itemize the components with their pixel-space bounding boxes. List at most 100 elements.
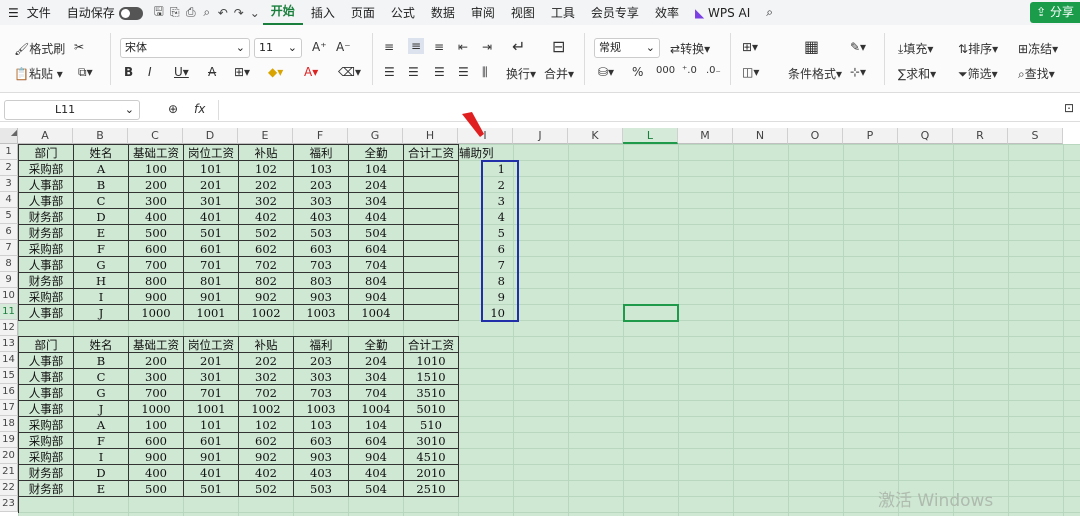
row-header-21[interactable]: 21 <box>0 464 18 480</box>
tab-data[interactable]: 数据 <box>423 4 463 21</box>
table1-cell[interactable]: 503 <box>294 225 349 241</box>
align-top-icon[interactable]: ≡ <box>384 40 394 54</box>
row-header-3[interactable]: 3 <box>0 176 18 192</box>
table2-cell[interactable]: 401 <box>184 465 239 481</box>
table1-cell[interactable]: I <box>74 289 129 305</box>
table2-cell[interactable]: 100 <box>129 417 184 433</box>
table1-header-cell[interactable]: 全勤 <box>349 145 404 161</box>
table1-cell[interactable] <box>404 193 459 209</box>
name-box[interactable]: L11 ⌄ <box>4 100 140 120</box>
table2-cell[interactable]: 1000 <box>129 401 184 417</box>
table1-cell[interactable] <box>404 273 459 289</box>
tab-efficiency[interactable]: 效率 <box>647 4 687 21</box>
table2-cell[interactable]: 2010 <box>404 465 459 481</box>
table-style-icon[interactable]: ⊞▾ <box>742 40 758 54</box>
distribute-icon[interactable]: ⫼ <box>482 65 488 80</box>
table1-cell[interactable]: 604 <box>349 241 404 257</box>
table1-cell[interactable]: 102 <box>239 161 294 177</box>
font-color-icon[interactable]: A▾ <box>304 65 318 79</box>
table2-cell[interactable]: 903 <box>294 449 349 465</box>
table1-cell[interactable]: E <box>74 225 129 241</box>
thousands-icon[interactable]: 000 <box>656 65 675 76</box>
table2-cell[interactable]: 502 <box>239 481 294 497</box>
table2-cell[interactable]: 102 <box>239 417 294 433</box>
table1-cell[interactable]: 903 <box>294 289 349 305</box>
table2-cell[interactable]: 604 <box>349 433 404 449</box>
search-icon[interactable]: ⌕ <box>758 5 781 20</box>
table2-cell[interactable]: 采购部 <box>19 449 74 465</box>
filter-button[interactable]: ⏷筛选▾ <box>958 65 998 82</box>
bold-icon[interactable]: B <box>124 65 133 79</box>
table1-cell[interactable] <box>404 305 459 321</box>
align-right-icon[interactable]: ☰ <box>434 65 445 79</box>
tab-formula[interactable]: 公式 <box>383 4 423 21</box>
table2-cell[interactable]: 300 <box>129 369 184 385</box>
table2-cell[interactable]: 503 <box>294 481 349 497</box>
column-header-C[interactable]: C <box>128 128 183 144</box>
table1-cell[interactable] <box>404 241 459 257</box>
table1-cell[interactable] <box>404 177 459 193</box>
table1-cell[interactable]: 601 <box>184 241 239 257</box>
table1-cell[interactable]: 财务部 <box>19 225 74 241</box>
table1-cell[interactable]: 500 <box>129 225 184 241</box>
table1-cell[interactable]: 1001 <box>184 305 239 321</box>
format-icon[interactable]: ✎▾ <box>850 40 866 54</box>
share-button[interactable]: ⇪ 分享 <box>1030 2 1080 23</box>
table2-header-cell[interactable]: 补贴 <box>239 337 294 353</box>
column-header-S[interactable]: S <box>1008 128 1063 144</box>
table2-cell[interactable]: 2510 <box>404 481 459 497</box>
font-name-select[interactable]: 宋体 ⌄ <box>120 38 250 58</box>
currency-icon[interactable]: ⛁▾ <box>598 65 614 79</box>
table1-header-cell[interactable]: 部门 <box>19 145 74 161</box>
rows-cols-icon[interactable]: ⊹▾ <box>850 65 866 79</box>
hamburger-icon[interactable]: ☰ <box>0 6 27 20</box>
table1-cell[interactable]: 103 <box>294 161 349 177</box>
table2-cell[interactable]: 204 <box>349 353 404 369</box>
row-header-6[interactable]: 6 <box>0 224 18 240</box>
table1-cell[interactable]: 804 <box>349 273 404 289</box>
decrease-decimal-icon[interactable]: .0₋ <box>706 65 721 76</box>
row-header-5[interactable]: 5 <box>0 208 18 224</box>
table2-header-cell[interactable]: 姓名 <box>74 337 129 353</box>
more-chevron-icon[interactable]: ⌄ <box>247 6 263 20</box>
row-header-22[interactable]: 22 <box>0 480 18 496</box>
table1-cell[interactable]: 204 <box>349 177 404 193</box>
font-size-select[interactable]: 11 ⌄ <box>254 38 302 58</box>
table2-cell[interactable]: I <box>74 449 129 465</box>
table2-cell[interactable]: J <box>74 401 129 417</box>
underline-icon[interactable]: U▾ <box>174 65 189 79</box>
format-painter-button[interactable]: 🖌格式刷 <box>14 40 65 57</box>
table1-cell[interactable]: C <box>74 193 129 209</box>
table1-cell[interactable]: 402 <box>239 209 294 225</box>
table2-cell[interactable]: 人事部 <box>19 401 74 417</box>
number-format-select[interactable]: 常规 ⌄ <box>594 38 660 58</box>
table1-cell[interactable]: 101 <box>184 161 239 177</box>
table1-cell[interactable]: 104 <box>349 161 404 177</box>
sum-button[interactable]: ∑求和▾ <box>898 65 936 82</box>
table1-header-cell[interactable]: 补贴 <box>239 145 294 161</box>
table1-header-cell[interactable]: 岗位工资 <box>184 145 239 161</box>
conditional-format-button[interactable]: 条件格式▾ <box>788 65 842 82</box>
cell-style-icon[interactable]: ◫▾ <box>742 65 759 79</box>
column-header-F[interactable]: F <box>293 128 348 144</box>
tab-member[interactable]: 会员专享 <box>583 4 647 21</box>
strikethrough-icon[interactable]: A <box>208 65 216 79</box>
table1-cell[interactable]: 201 <box>184 177 239 193</box>
table2-header-cell[interactable]: 岗位工资 <box>184 337 239 353</box>
tab-home[interactable]: 开始 <box>262 0 303 25</box>
table2-cell[interactable]: D <box>74 465 129 481</box>
table2-cell[interactable]: 1010 <box>404 353 459 369</box>
fill-color-icon[interactable]: ◆▾ <box>268 65 283 79</box>
table2-cell[interactable]: F <box>74 433 129 449</box>
table2-cell[interactable]: 303 <box>294 369 349 385</box>
row-header-17[interactable]: 17 <box>0 400 18 416</box>
table2-cell[interactable]: 402 <box>239 465 294 481</box>
table2-cell[interactable]: 601 <box>184 433 239 449</box>
table1-cell[interactable]: 703 <box>294 257 349 273</box>
table2-cell[interactable]: 4510 <box>404 449 459 465</box>
table1-cell[interactable]: 人事部 <box>19 193 74 209</box>
row-header-4[interactable]: 4 <box>0 192 18 208</box>
expand-formula-icon[interactable]: ⊡ <box>1064 101 1074 115</box>
table1-cell[interactable]: 202 <box>239 177 294 193</box>
table1-cell[interactable]: 801 <box>184 273 239 289</box>
